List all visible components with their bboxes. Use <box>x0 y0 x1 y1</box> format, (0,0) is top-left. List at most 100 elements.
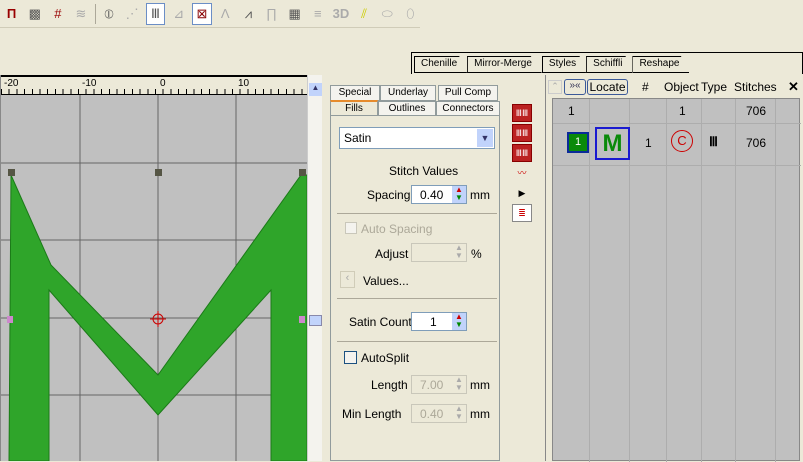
header-number[interactable]: # <box>642 80 649 94</box>
thumbnail-letter: M <box>602 130 623 157</box>
header-object[interactable]: Object <box>664 80 699 94</box>
spacing-value: 0.40 <box>420 188 444 202</box>
unit-label: mm <box>470 378 490 392</box>
spacing-label: Spacing <box>367 188 411 202</box>
satin-count-stepper[interactable]: 1 ▲ ▼ <box>411 312 467 331</box>
wave-fill-icon[interactable]: ≋ <box>71 3 90 25</box>
min-length-label: Min Length <box>342 407 402 421</box>
values-button-label[interactable]: Values... <box>363 274 409 288</box>
fill-type-dropdown[interactable]: Satin ▼ <box>339 127 495 149</box>
spin-arrows-icon[interactable]: ▲ ▼ <box>452 405 466 422</box>
tab-styles[interactable]: Styles <box>541 56 587 73</box>
autosplit-label: AutoSplit <box>361 351 410 365</box>
object-properties-panel: Special Underlay Pull Comp Fills Outline… <box>330 85 506 461</box>
fan-fill-icon[interactable]: ⋰ <box>123 3 142 25</box>
header-type[interactable]: Type <box>701 80 727 94</box>
lettering-object-icon: C <box>671 130 693 152</box>
canvas-drawing <box>1 75 307 461</box>
satin-type-icon: Ⅲ <box>709 134 718 149</box>
ruler-label: 10 <box>238 78 250 89</box>
adjust-label: Adjust <box>375 247 409 261</box>
lines-icon[interactable]: ≡ <box>308 3 327 25</box>
satin-icon[interactable]: Ⅲ <box>145 2 166 25</box>
satin-count-label: Satin Count <box>349 315 412 329</box>
curve-fill-icon[interactable]: 〰 <box>512 164 532 182</box>
3d-icon[interactable]: 3D <box>331 3 350 25</box>
collapse-up-button[interactable]: ⌃ <box>548 80 562 94</box>
cross-stitch-icon[interactable]: # <box>48 3 67 25</box>
adjust-stepper[interactable]: ▲ ▼ <box>411 243 467 262</box>
spin-arrows-icon[interactable]: ▲ ▼ <box>452 313 466 330</box>
tab-underlay[interactable]: Underlay <box>380 85 436 101</box>
horizontal-ruler: -20 -10 0 10 <box>1 75 307 95</box>
raised-icon[interactable]: ⬭ <box>378 3 397 25</box>
min-length-value: 0.40 <box>420 407 444 421</box>
zigzag-icon[interactable]: Λ <box>216 3 235 25</box>
tab-schiffli[interactable]: Schiffli <box>586 56 633 73</box>
tab-reshape[interactable]: Reshape <box>632 56 690 73</box>
length-stepper[interactable]: 7.00 ▲ ▼ <box>411 375 467 394</box>
color-object-list: ⌃ »« Locate # Object Type Stitches ✕ 1 1… <box>545 75 803 462</box>
spin-arrows-icon[interactable]: ▲ ▼ <box>452 244 466 261</box>
satin-special-icon[interactable]: ⅢⅢ <box>512 144 532 162</box>
header-stitches[interactable]: Stitches <box>734 80 777 94</box>
divider <box>337 341 497 342</box>
fill-angle-icon[interactable]: ⊿ <box>169 3 188 25</box>
length-value: 7.00 <box>420 378 444 392</box>
group-number[interactable]: 1 <box>568 104 575 118</box>
fills-tab-content: Satin ▼ Stitch Values Spacing 0.40 ▲ ▼ mm … <box>330 115 500 461</box>
step-fill-icon[interactable]: ▦ <box>285 3 304 25</box>
design-canvas[interactable]: -20 -10 0 10 ▲ <box>0 75 322 461</box>
spacing-stepper[interactable]: 0.40 ▲ ▼ <box>411 185 467 204</box>
close-icon[interactable]: ✕ <box>788 79 801 94</box>
unit-label: mm <box>470 407 490 421</box>
tab-pull-comp[interactable]: Pull Comp <box>438 85 498 101</box>
puffy-icon[interactable]: ⬯ <box>401 3 420 25</box>
color-blend-icon[interactable]: ≣ <box>512 204 532 222</box>
locate-button[interactable]: Locate <box>587 79 628 95</box>
auto-spacing-label: Auto Spacing <box>361 222 433 236</box>
autosplit-checkbox[interactable] <box>344 351 357 364</box>
object-grid: 1 1 706 1 M 1 C Ⅲ 706 <box>552 98 801 462</box>
length-label: Length <box>371 378 408 392</box>
unit-label: mm <box>470 188 490 202</box>
stitch-grid-icon[interactable]: ⦶ <box>99 3 118 25</box>
vertical-scrollbar[interactable]: ▲ <box>307 75 322 461</box>
divider <box>337 213 497 214</box>
scroll-up-icon[interactable]: ▲ <box>309 83 322 96</box>
gradient-icon[interactable]: ⫽ <box>355 3 374 25</box>
expand-collapse-button[interactable]: »« <box>564 79 586 95</box>
color-swatch[interactable]: 1 <box>567 132 589 153</box>
min-length-stepper[interactable]: 0.40 ▲ ▼ <box>411 404 467 423</box>
stitch-type-toolbar: Π ▩ # ≋ ⦶ ⋰ Ⅲ ⊿ ⊠ Λ ⩘ ∏ ▦ ≡ 3D ⫽ ⬭ ⬯ <box>0 0 420 28</box>
auto-spacing-checkbox[interactable] <box>345 222 357 234</box>
values-arrow-button[interactable]: ‹ <box>340 271 355 288</box>
scroll-thumb[interactable] <box>309 315 322 326</box>
satin-count-value: 1 <box>430 315 437 329</box>
satin-split-icon[interactable]: ⅢⅢ <box>512 124 532 142</box>
stitch-effects-toolbar: ⅢⅢ ⅢⅢ ⅢⅢ 〰 ▶ ≣ <box>510 102 536 232</box>
tab-mirror-merge[interactable]: Mirror-Merge <box>467 56 542 73</box>
tab-special[interactable]: Special <box>330 85 380 101</box>
fixed-angle-icon[interactable]: ⊠ <box>192 2 212 25</box>
start-stop-icon[interactable]: ▶ <box>512 184 532 202</box>
satin-stitch-icon[interactable]: ⅢⅢ <box>512 104 532 122</box>
group-stitches: 706 <box>746 104 767 118</box>
column-icon[interactable]: ∏ <box>262 3 281 25</box>
spin-arrows-icon[interactable]: ▲ ▼ <box>452 186 466 203</box>
pattern-fill-icon[interactable]: ⩘ <box>239 3 258 25</box>
divider <box>337 298 497 299</box>
ruler-label: -10 <box>82 78 97 89</box>
color-number: 1 <box>574 136 582 148</box>
spin-arrows-icon[interactable]: ▲ ▼ <box>452 376 466 393</box>
percent-label: % <box>471 247 482 261</box>
ruler-label: -20 <box>4 78 19 89</box>
tatami-fill-icon[interactable]: ▩ <box>25 3 44 25</box>
tab-chenille[interactable]: Chenille <box>414 56 468 73</box>
row-stitches: 706 <box>746 136 767 150</box>
chevron-down-icon: ▼ <box>477 129 493 147</box>
center-crosshair-icon <box>150 311 166 327</box>
satin-fill-icon[interactable]: Π <box>2 3 21 25</box>
object-thumbnail[interactable]: M <box>595 127 630 160</box>
stitch-values-heading: Stitch Values <box>389 164 459 178</box>
